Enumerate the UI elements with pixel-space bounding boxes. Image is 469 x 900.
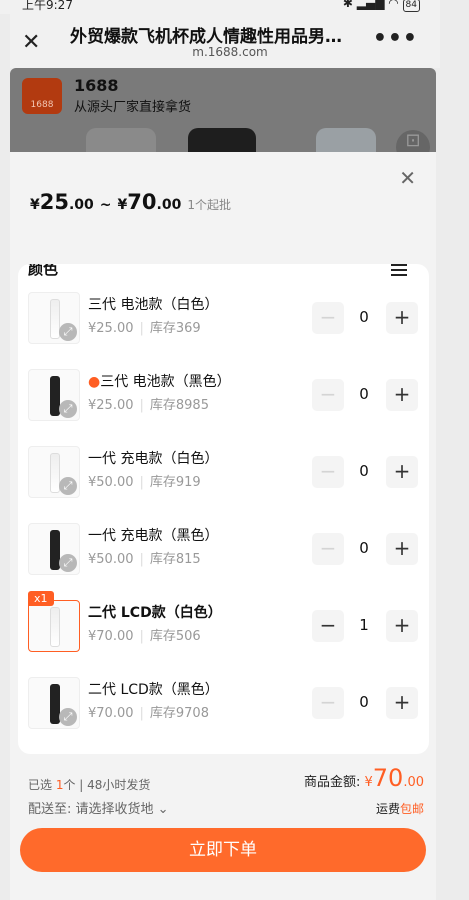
increase-button[interactable]: + (386, 379, 418, 411)
decrease-button[interactable]: − (312, 302, 344, 334)
more-icon[interactable]: ••• (373, 26, 418, 51)
sku-row: x1 二代 LCD款（白色） ¥70.00 | 库存506 − 1 + (28, 591, 418, 654)
sku-name: 一代 充电款（白色） (88, 451, 219, 467)
close-sheet-icon[interactable]: ✕ (399, 166, 416, 190)
sku-row: ⤢ 一代 充电款（白色） ¥50.00 | 库存919 − 0 + (28, 446, 418, 500)
sku-thumbnail[interactable]: ⤢ (28, 369, 80, 421)
page-url: m.1688.com (192, 45, 268, 59)
sku-name: 三代 电池款（白色） (88, 297, 219, 313)
status-bar: 上午9:27 ✱ ▂▄▆ ◠ 84 (0, 0, 440, 14)
product-image (50, 607, 60, 647)
browser-titlebar: ✕ 外贸爆款飞机杯成人情趣性用品男… m.1688.com ••• (10, 14, 440, 68)
increase-button[interactable]: + (386, 533, 418, 565)
increase-button[interactable]: + (386, 302, 418, 334)
list-view-icon[interactable] (391, 264, 407, 279)
sku-meta: ¥70.00 | 库存506 (88, 629, 201, 644)
selection-summary: 已选 1个 | 48小时发货 (28, 778, 151, 792)
increase-button[interactable]: + (386, 610, 418, 642)
decrease-button[interactable]: − (312, 687, 344, 719)
sku-thumbnail[interactable]: ⤢ (28, 446, 80, 498)
sku-meta: ¥70.00 | 库存9708 (88, 706, 209, 721)
quantity-value[interactable]: 0 (354, 385, 374, 403)
brand-name: 1688 (74, 76, 119, 95)
zoom-icon[interactable]: ⤢ (59, 477, 77, 495)
order-footer: 已选 1个 | 48小时发货 配送至: 请选择收货地 ⌄ 商品金额: ¥70.0… (10, 764, 436, 900)
sku-name: 一代 充电款（黑色） (88, 528, 219, 544)
zoom-icon[interactable]: ⤢ (59, 400, 77, 418)
zoom-icon[interactable]: ⤢ (59, 554, 77, 572)
zoom-icon[interactable]: ⤢ (59, 708, 77, 726)
sku-row: ⤢ 二代 LCD款（黑色） ¥70.00 | 库存9708 − 0 + (28, 677, 418, 731)
sku-sheet: ✕ ¥25.00 ~ ¥70.00 1个起批 颜色 ⤢ 三代 电池款（白色） ¥25.… (10, 152, 436, 900)
brand-logo: 1688 (22, 78, 62, 114)
decrease-button[interactable]: − (312, 456, 344, 488)
section-title: 颜色 (28, 264, 59, 278)
chevron-down-icon: ⌄ (157, 802, 169, 817)
sku-name: 二代 LCD款（黑色） (88, 682, 219, 698)
sku-thumbnail[interactable]: ⤢ (28, 523, 80, 575)
increase-button[interactable]: + (386, 456, 418, 488)
sku-meta: ¥50.00 | 库存919 (88, 475, 201, 490)
moq-label: 1个起批 (187, 198, 231, 212)
cart-icon: ⊡ (396, 130, 430, 152)
decrease-button[interactable]: − (312, 610, 344, 642)
freight-info: 运费包邮 (375, 802, 424, 816)
quantity-value[interactable]: 0 (354, 462, 374, 480)
sku-meta: ¥50.00 | 库存815 (88, 552, 201, 567)
sku-thumbnail[interactable] (28, 600, 80, 652)
status-icons: ✱ ▂▄▆ ◠ 84 (343, 0, 420, 12)
selected-count-badge: x1 (28, 591, 54, 606)
total-amount: 商品金额: ¥70.00 (303, 764, 424, 792)
hot-icon: ● (88, 374, 101, 390)
sku-meta: ¥25.00 | 库存8985 (88, 398, 209, 413)
quantity-value[interactable]: 0 (354, 539, 374, 557)
sku-row: ⤢ 一代 充电款（黑色） ¥50.00 | 库存815 − 0 + (28, 523, 418, 577)
page-title: 外贸爆款飞机杯成人情趣性用品男… (70, 27, 342, 47)
brand-slogan: 从源头厂家直接拿货 (74, 100, 192, 115)
quantity-value[interactable]: 0 (354, 308, 374, 326)
product-image (86, 128, 156, 152)
status-time: 上午9:27 (22, 0, 73, 12)
quantity-value[interactable]: 0 (354, 693, 374, 711)
close-icon[interactable]: ✕ (22, 30, 40, 55)
sku-meta: ¥25.00 | 库存369 (88, 321, 201, 336)
quantity-value[interactable]: 1 (354, 616, 374, 634)
product-image (188, 128, 256, 152)
sku-thumbnail[interactable]: ⤢ (28, 677, 80, 729)
sku-row: ⤢ 三代 电池款（白色） ¥25.00 | 库存369 − 0 + (28, 292, 418, 346)
decrease-button[interactable]: − (312, 533, 344, 565)
product-image (316, 128, 376, 152)
sku-row: ⤢ ●三代 电池款（黑色） ¥25.00 | 库存8985 − 0 + (28, 369, 418, 423)
sku-name: ●三代 电池款（黑色） (88, 374, 231, 390)
decrease-button[interactable]: − (312, 379, 344, 411)
background-page: 1688 1688 从源头厂家直接拿货 ⊡ (10, 68, 436, 152)
sku-thumbnail[interactable]: ⤢ (28, 292, 80, 344)
place-order-button[interactable]: 立即下单 (20, 828, 426, 872)
sku-name: 二代 LCD款（白色） (88, 605, 222, 621)
zoom-icon[interactable]: ⤢ (59, 323, 77, 341)
battery-icon: 84 (402, 0, 420, 12)
ship-to-selector[interactable]: 配送至: 请选择收货地 ⌄ (28, 798, 169, 817)
sku-card: 颜色 ⤢ 三代 电池款（白色） ¥25.00 | 库存369 − 0 + ⤢ ●三代… (18, 264, 429, 754)
price-range: ¥25.00 ~ ¥70.00 1个起批 (30, 190, 231, 214)
increase-button[interactable]: + (386, 687, 418, 719)
